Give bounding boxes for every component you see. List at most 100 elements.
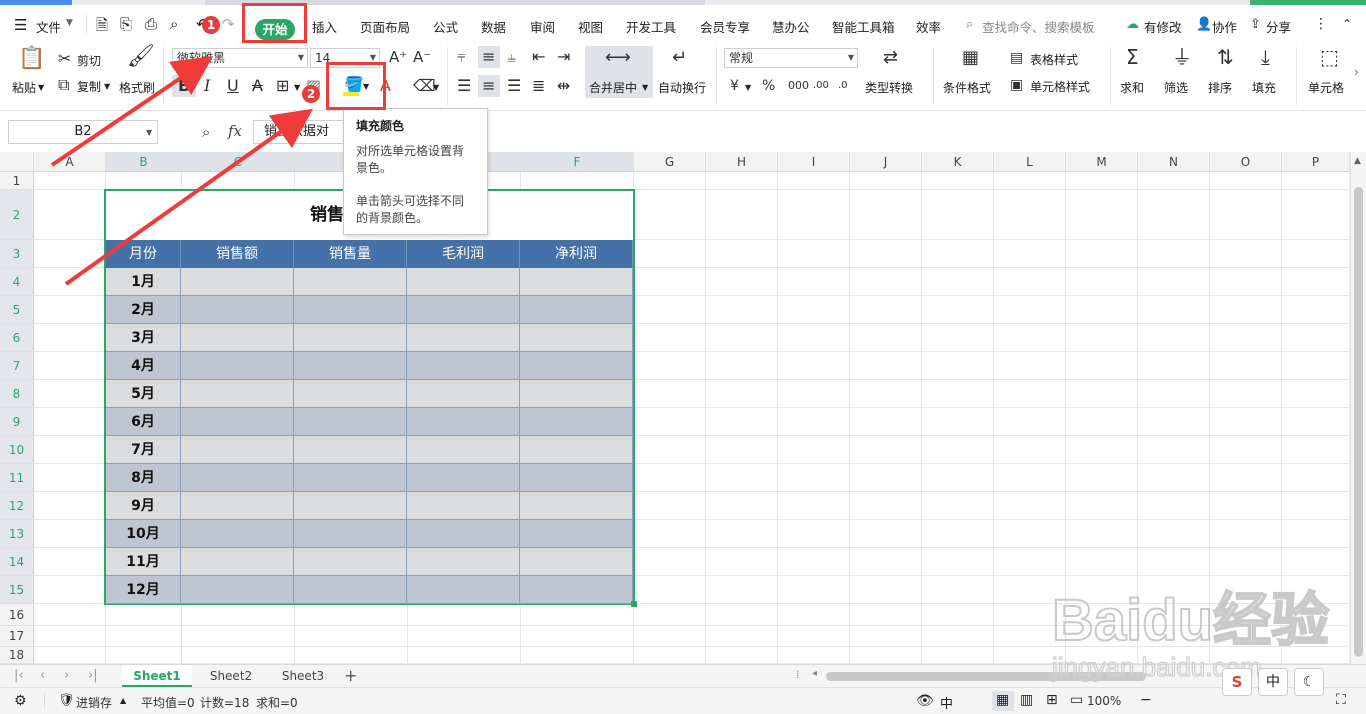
table-cell[interactable] xyxy=(181,436,294,464)
paste-button[interactable]: 粘贴 xyxy=(12,79,36,96)
month-cell[interactable]: 12月 xyxy=(106,576,181,604)
strikethrough-icon[interactable]: A xyxy=(252,78,263,94)
month-cell[interactable]: 9月 xyxy=(106,492,181,520)
table-header-cell[interactable]: 销售额 xyxy=(181,240,294,268)
type-convert-button[interactable]: 类型转换 xyxy=(865,79,913,96)
filter-button[interactable]: 筛选 xyxy=(1164,79,1188,96)
chevron-down-icon[interactable]: ▼ xyxy=(294,83,300,92)
row-header[interactable]: 10 xyxy=(0,436,34,464)
zoom-level[interactable]: 100% xyxy=(1087,694,1121,708)
currency-icon[interactable]: ¥ xyxy=(730,78,739,94)
table-cell[interactable] xyxy=(181,520,294,548)
tab-efficiency[interactable]: 效率 xyxy=(916,17,941,36)
column-header[interactable]: C xyxy=(182,152,295,172)
wrap-text-button[interactable]: 自动换行 xyxy=(658,79,706,96)
table-cell[interactable] xyxy=(407,464,520,492)
input-method-status[interactable]: 中 xyxy=(940,693,953,712)
next-sheet-icon[interactable]: › xyxy=(64,668,69,683)
chevron-down-icon[interactable]: ▼ xyxy=(38,83,44,92)
tab-developer[interactable]: 开发工具 xyxy=(626,17,676,36)
tab-view[interactable]: 视图 xyxy=(578,17,603,36)
row-header[interactable]: 12 xyxy=(0,492,34,520)
table-cell[interactable] xyxy=(181,352,294,380)
chevron-down-icon[interactable]: ▼ xyxy=(642,83,648,92)
row-header[interactable]: 14 xyxy=(0,548,34,576)
row-header[interactable]: 4 xyxy=(0,268,34,296)
collapse-ribbon-icon[interactable]: ⌃ xyxy=(1342,17,1352,31)
table-cell[interactable] xyxy=(181,408,294,436)
align-middle-icon[interactable]: ≡ xyxy=(482,49,495,65)
row-header[interactable]: 17 xyxy=(0,626,34,647)
increase-decimal-icon[interactable]: .00 xyxy=(813,78,829,94)
tab-review[interactable]: 审阅 xyxy=(530,17,555,36)
table-cell[interactable] xyxy=(407,380,520,408)
table-cell[interactable] xyxy=(294,492,407,520)
page-break-view-icon[interactable]: ⊞ xyxy=(1046,692,1058,708)
table-header-cell[interactable]: 净利润 xyxy=(520,240,633,268)
hamburger-icon[interactable]: ☰ xyxy=(14,16,27,34)
table-cell[interactable] xyxy=(520,408,633,436)
table-cell[interactable] xyxy=(520,492,633,520)
table-cell[interactable] xyxy=(407,352,520,380)
ribbon-scroll-right-icon[interactable]: › xyxy=(1354,65,1359,79)
month-cell[interactable]: 3月 xyxy=(106,324,181,352)
row-header[interactable]: 18 xyxy=(0,647,34,664)
table-header-cell[interactable]: 销售量 xyxy=(294,240,407,268)
justify-icon[interactable]: ≣ xyxy=(532,78,545,94)
cell-button[interactable]: 单元格 xyxy=(1308,79,1344,96)
zoom-out-icon[interactable]: − xyxy=(1140,692,1152,708)
column-header[interactable]: B xyxy=(106,152,182,172)
scroll-left-icon[interactable]: ◂ xyxy=(812,668,817,679)
table-cell[interactable] xyxy=(520,296,633,324)
row-header[interactable]: 16 xyxy=(0,604,34,626)
align-left-icon[interactable]: ☰ xyxy=(457,78,471,94)
redo-icon[interactable]: ↷ xyxy=(222,15,235,33)
scroll-up-icon[interactable]: ▲ xyxy=(1354,156,1361,166)
column-header[interactable]: O xyxy=(1210,152,1282,172)
tab-smart-office[interactable]: 慧办公 xyxy=(772,17,810,36)
table-header-cell[interactable]: 毛利润 xyxy=(407,240,520,268)
increase-font-icon[interactable]: A⁺ xyxy=(389,49,407,65)
row-header[interactable]: 15 xyxy=(0,576,34,604)
vertical-scroll-thumb[interactable] xyxy=(1354,187,1363,657)
table-cell[interactable] xyxy=(407,324,520,352)
vertical-scrollbar[interactable]: ▲ xyxy=(1350,152,1366,664)
month-cell[interactable]: 7月 xyxy=(106,436,181,464)
column-header[interactable]: J xyxy=(850,152,922,172)
table-cell[interactable] xyxy=(520,464,633,492)
fx-icon[interactable]: fx xyxy=(228,122,242,140)
month-cell[interactable]: 10月 xyxy=(106,520,181,548)
decrease-decimal-icon[interactable]: .0 xyxy=(838,78,848,94)
table-cell[interactable] xyxy=(181,492,294,520)
macro-icon[interactable]: ⚙ xyxy=(14,693,27,709)
inventory-button[interactable]: 进销存 xyxy=(76,694,112,711)
add-sheet-icon[interactable]: + xyxy=(344,666,357,685)
sum-button[interactable]: 求和 xyxy=(1120,79,1144,96)
table-header-cell[interactable]: 月份 xyxy=(106,240,181,268)
row-header[interactable]: 2 xyxy=(0,190,34,240)
table-cell[interactable] xyxy=(181,324,294,352)
save-icon[interactable]: 🗎 xyxy=(96,15,108,40)
table-cell[interactable] xyxy=(407,296,520,324)
row-header[interactable]: 6 xyxy=(0,324,34,352)
month-cell[interactable]: 6月 xyxy=(106,408,181,436)
collaborate-button[interactable]: 协作 xyxy=(1212,17,1237,36)
table-cell[interactable] xyxy=(520,548,633,576)
prev-sheet-icon[interactable]: ‹ xyxy=(40,668,45,683)
tab-page-layout[interactable]: 页面布局 xyxy=(360,17,410,36)
month-cell[interactable]: 8月 xyxy=(106,464,181,492)
select-all-corner[interactable] xyxy=(0,152,34,172)
align-top-icon[interactable]: ⫧ xyxy=(457,49,466,65)
fill-button[interactable]: 填充 xyxy=(1252,79,1276,96)
table-cell[interactable] xyxy=(294,576,407,604)
table-cell[interactable] xyxy=(407,492,520,520)
table-cell[interactable] xyxy=(181,268,294,296)
split-handle-icon[interactable]: ⁞ xyxy=(796,668,800,681)
table-cell[interactable] xyxy=(181,296,294,324)
tab-sheet1[interactable]: Sheet1 xyxy=(122,665,192,687)
table-cell[interactable] xyxy=(294,268,407,296)
table-cell[interactable] xyxy=(294,548,407,576)
column-header[interactable]: H xyxy=(706,152,778,172)
table-cell[interactable] xyxy=(294,296,407,324)
column-header[interactable]: N xyxy=(1138,152,1210,172)
